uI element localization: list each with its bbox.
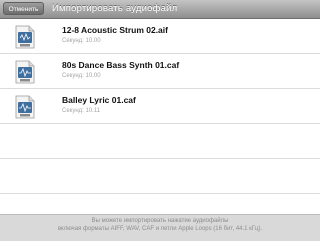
page-title: Импортировать аудиофайл xyxy=(52,3,178,14)
caf-file-icon xyxy=(15,95,35,119)
file-list: 12-8 Acoustic Strum 02.aif Секунд: 10.00… xyxy=(0,19,320,194)
empty-row xyxy=(0,159,320,194)
aif-file-icon xyxy=(15,25,35,49)
file-row-acoustic-strum[interactable]: 12-8 Acoustic Strum 02.aif Секунд: 10.00 xyxy=(0,19,320,54)
file-name: Balley Lyric 01.caf xyxy=(62,95,136,105)
cancel-button[interactable]: Отменить xyxy=(3,2,44,15)
file-duration: Секунд: 10.00 xyxy=(62,73,101,79)
file-name: 12-8 Acoustic Strum 02.aif xyxy=(62,25,168,35)
file-row-balley-lyric[interactable]: Balley Lyric 01.caf Секунд: 10.11 xyxy=(0,89,320,124)
navigation-bar: Отменить Импортировать аудиофайл xyxy=(0,0,320,19)
import-info-footer: Вы можете импортировать нажатие аудиофай… xyxy=(0,214,320,241)
file-duration: Секунд: 10.00 xyxy=(62,38,101,44)
file-duration: Секунд: 10.11 xyxy=(62,108,101,114)
footer-line-1: Вы можете импортировать нажатие аудиофай… xyxy=(91,218,229,224)
footer-info-text: Вы можете импортировать нажатие аудиофай… xyxy=(10,217,310,233)
file-name: 80s Dance Bass Synth 01.caf xyxy=(62,60,180,70)
footer-line-2: включая форматы AIFF, WAV, CAF и петли A… xyxy=(57,226,263,232)
caf-file-icon xyxy=(15,60,35,84)
file-row-dance-bass[interactable]: 80s Dance Bass Synth 01.caf Секунд: 10.0… xyxy=(0,54,320,89)
empty-row xyxy=(0,124,320,159)
